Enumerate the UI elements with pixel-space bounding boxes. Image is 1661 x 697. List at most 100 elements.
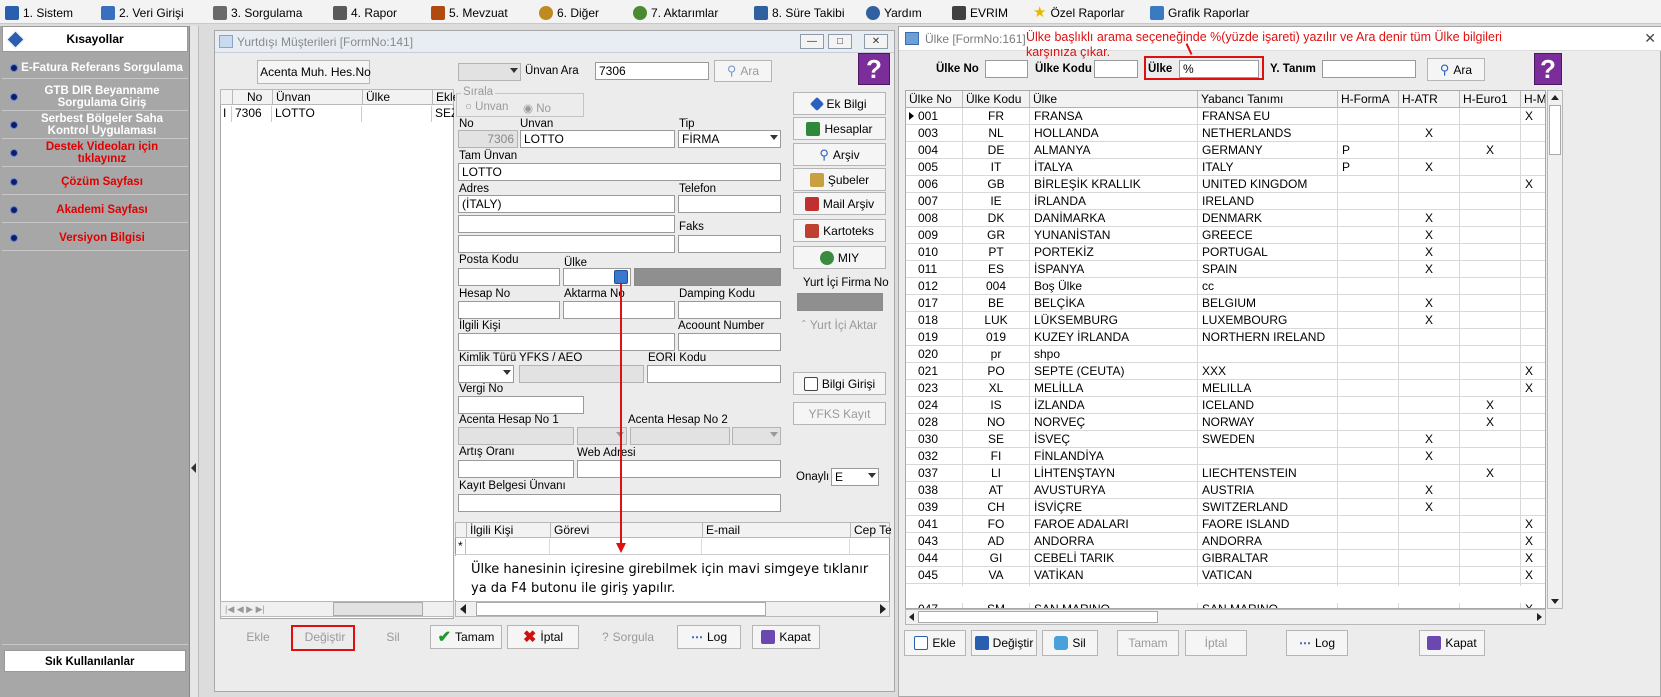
sil-button[interactable]: Sil: [1042, 630, 1098, 656]
ekle-button[interactable]: Ekle: [225, 625, 291, 649]
table-row[interactable]: 004 DE ALMANYA GERMANY P X: [906, 142, 1545, 159]
unvan-ara-combo[interactable]: [458, 63, 521, 81]
sorgula-button[interactable]: ? Sorgula: [592, 625, 664, 649]
posta-kodu-field[interactable]: [458, 268, 560, 286]
contact-new-row[interactable]: *: [455, 539, 890, 555]
table-row[interactable]: 011 ES İSPANYA SPAIN X: [906, 261, 1545, 278]
web-adresi-field[interactable]: [577, 460, 781, 478]
menu-sorgulama[interactable]: 3. Sorgulama: [213, 4, 302, 22]
sort-by-no-radio[interactable]: ◉ No: [523, 101, 551, 115]
country-vscrollbar[interactable]: [1547, 90, 1563, 609]
y-tanim-search[interactable]: [1322, 60, 1416, 78]
table-row[interactable]: 038 AT AVUSTURYA AUSTRIA X: [906, 482, 1545, 499]
scroll-right-icon[interactable]: [1537, 613, 1542, 621]
table-row[interactable]: 012 004 Boş Ülke cc: [906, 278, 1545, 295]
table-row[interactable]: 020 pr shpo: [906, 346, 1545, 363]
hesap-no-field[interactable]: [458, 301, 560, 319]
table-row[interactable]: 007 IE İRLANDA IRELAND: [906, 193, 1545, 210]
acenta-muh-hes-button[interactable]: Acenta Muh. Hes.No: [257, 60, 371, 84]
menu-ozel-raporlar[interactable]: ★ Özel Raporlar: [1033, 4, 1124, 22]
table-row[interactable]: 003 NL HOLLANDA NETHERLANDS X: [906, 125, 1545, 142]
table-row[interactable]: 008 DK DANİMARKA DENMARK X: [906, 210, 1545, 227]
table-row[interactable]: 037 LI LİHTENŞTAYN LIECHTENSTEIN X: [906, 465, 1545, 482]
tip-select[interactable]: FİRMA: [678, 130, 781, 148]
vergi-no-field[interactable]: [458, 396, 584, 414]
tamam-button[interactable]: Tamam: [1117, 630, 1179, 656]
adres-line3-field[interactable]: [458, 235, 675, 253]
table-row[interactable]: 009 GR YUNANİSTAN GREECE X: [906, 227, 1545, 244]
eori-kodu-field[interactable]: [647, 365, 781, 383]
kapat-button[interactable]: Kapat: [752, 625, 820, 649]
iptal-button[interactable]: İptal: [1185, 630, 1247, 656]
sidebar-item-efatura[interactable]: E-Fatura Referans Sorgulama: [2, 57, 188, 79]
menu-sistem[interactable]: 1. Sistem: [5, 4, 73, 22]
tam-unvan-field[interactable]: LOTTO: [458, 163, 781, 181]
country-hscrollbar[interactable]: [905, 609, 1546, 625]
table-row[interactable]: 006 GB BİRLEŞİK KRALLIK UNITED KINGDOM X: [906, 176, 1545, 193]
log-button[interactable]: ⋯ Log: [677, 625, 741, 649]
minimize-button[interactable]: —: [800, 34, 824, 49]
menu-diger[interactable]: 6. Diğer: [539, 4, 599, 22]
aktarma-no-field[interactable]: [563, 301, 675, 319]
damping-kodu-field[interactable]: [678, 301, 781, 319]
table-row[interactable]: 023 XL MELİLLA MELILLA X: [906, 380, 1545, 397]
menu-rapor[interactable]: 4. Rapor: [333, 4, 397, 22]
table-row[interactable]: 017 BE BELÇİKA BELGIUM X: [906, 295, 1545, 312]
list-hscrollbar[interactable]: |◀ ◀ ▶ ▶|: [220, 601, 454, 617]
table-row[interactable]: 024 IS İZLANDA ICELAND X: [906, 397, 1545, 414]
table-row[interactable]: 001 FR FRANSA FRANSA EU X: [906, 108, 1545, 125]
ara-button[interactable]: ⚲ Ara: [714, 60, 772, 82]
table-row[interactable]: I 7306 LOTTO SEZ: [220, 106, 454, 122]
ilgili-kisi-field[interactable]: [458, 333, 675, 351]
hesaplar-button[interactable]: Hesaplar: [793, 117, 886, 140]
ekle-button[interactable]: Ekle: [904, 630, 966, 656]
ulke-lookup-icon[interactable]: [614, 270, 628, 284]
kapat-button[interactable]: Kapat: [1419, 630, 1485, 656]
table-row[interactable]: 045 VA VATİKAN VATICAN X: [906, 567, 1545, 584]
bilgi-girisi-button[interactable]: Bilgi Girişi: [793, 372, 886, 395]
menu-veri-girisi[interactable]: 2. Veri Girişi: [101, 4, 184, 22]
scroll-left-icon[interactable]: [909, 613, 914, 621]
yfks-kayit-button[interactable]: YFKS Kayıt: [793, 402, 886, 425]
miy-button[interactable]: MIY: [793, 246, 886, 269]
contact-hscrollbar[interactable]: [455, 601, 890, 617]
subeler-button[interactable]: Şubeler: [793, 168, 886, 191]
table-row[interactable]: 019 019 KUZEY İRLANDA NORTHERN IRELAND: [906, 329, 1545, 346]
sidebar-favorites[interactable]: Sık Kullanılanlar: [4, 650, 186, 672]
onayli-select[interactable]: E: [831, 468, 879, 486]
sidebar-item-cozum-sayfasi[interactable]: Çözüm Sayfası: [2, 169, 188, 195]
iptal-button[interactable]: ✖ İptal: [507, 625, 579, 649]
scroll-down-icon[interactable]: [1551, 599, 1559, 604]
table-row[interactable]: 030 SE İSVEÇ SWEDEN X: [906, 431, 1545, 448]
sidebar-item-serbest-bolgeler[interactable]: Serbest Bölgeler Saha Kontrol Uygulaması: [2, 111, 188, 139]
faks-field[interactable]: [678, 235, 781, 253]
sidebar-item-akademi-sayfasi[interactable]: Akademi Sayfası: [2, 197, 188, 223]
close-button[interactable]: ✕: [864, 34, 888, 49]
sidebar-item-gtb-dir[interactable]: GTB DIR Beyanname Sorgulama Giriş: [2, 83, 188, 111]
kimlik-turu-select[interactable]: [458, 365, 514, 383]
unvan-search-input[interactable]: 7306: [595, 62, 709, 80]
mail-arsiv-button[interactable]: Mail Arşiv: [793, 192, 886, 215]
adres-line1-field[interactable]: (İTALY): [458, 195, 675, 213]
table-row[interactable]: 041 FO FAROE ADALARI FAORE ISLAND X: [906, 516, 1545, 533]
table-row[interactable]: 043 AD ANDORRA ANDORRA X: [906, 533, 1545, 550]
help-icon[interactable]: ?: [858, 53, 890, 85]
table-row[interactable]: 039 CH İSVİÇRE SWITZERLAND X: [906, 499, 1545, 516]
ek-bilgi-button[interactable]: Ek Bilgi: [793, 92, 886, 115]
account-number-field[interactable]: [678, 333, 781, 351]
table-row[interactable]: 032 FI FİNLANDİYA X: [906, 448, 1545, 465]
log-button[interactable]: ⋯ Log: [1286, 630, 1348, 656]
sort-by-unvan-radio[interactable]: ○ Unvan: [465, 101, 508, 113]
menu-grafik-raporlar[interactable]: Grafik Raporlar: [1150, 4, 1249, 22]
sil-button[interactable]: Sil: [360, 625, 426, 649]
sidebar-item-destek-videolari[interactable]: Destek Videoları için tıklayınız: [2, 139, 188, 167]
table-row[interactable]: 005 IT İTALYA ITALY P X: [906, 159, 1545, 176]
yurt-ici-aktar-button[interactable]: ˆ Yurt İçi Aktar: [793, 313, 886, 336]
scroll-right-icon[interactable]: [880, 604, 886, 614]
ara-button[interactable]: ⚲ Ara: [1427, 58, 1485, 81]
menu-mevzuat[interactable]: 5. Mevzuat: [431, 4, 508, 22]
artis-orani-field[interactable]: [458, 460, 574, 478]
nav-first-icon[interactable]: |◀ ◀ ▶ ▶|: [225, 604, 265, 615]
ulke-no-search[interactable]: [985, 60, 1028, 78]
ulke-kodu-search[interactable]: [1094, 60, 1138, 78]
